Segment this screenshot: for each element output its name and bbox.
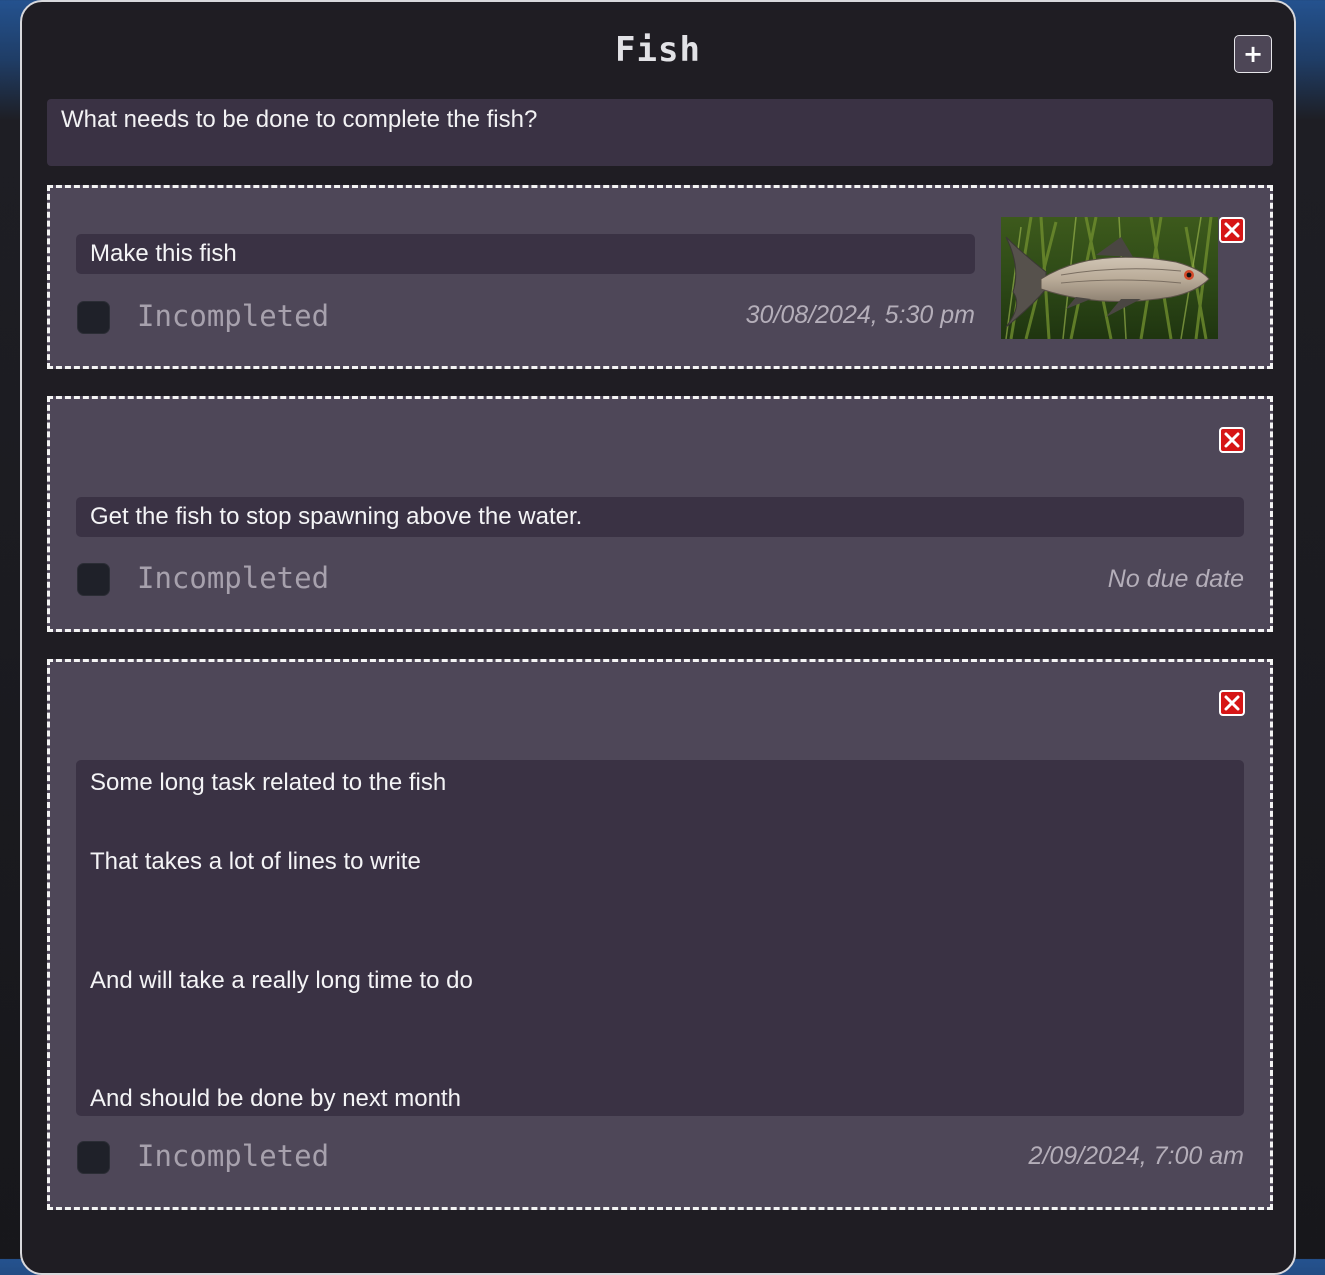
task-complete-checkbox[interactable] (77, 1141, 110, 1174)
task-card: Get the fish to stop spawning above the … (47, 396, 1273, 632)
task-status-label: Incompleted (137, 1139, 330, 1173)
task-complete-checkbox[interactable] (77, 563, 110, 596)
task-complete-checkbox[interactable] (77, 301, 110, 334)
task-due-date[interactable]: No due date (1108, 565, 1244, 594)
add-task-button[interactable]: + (1234, 35, 1272, 73)
task-card: Make this fish Incompleted 30/08/2024, 5… (47, 185, 1273, 369)
task-due-date[interactable]: 30/08/2024, 5:30 pm (746, 301, 975, 330)
close-icon (1224, 222, 1240, 238)
close-icon (1224, 432, 1240, 448)
task-card: Some long task related to the fish That … (47, 659, 1273, 1210)
task-status-label: Incompleted (137, 299, 330, 333)
delete-task-button[interactable] (1219, 427, 1245, 453)
delete-task-button[interactable] (1219, 690, 1245, 716)
task-due-date[interactable]: 2/09/2024, 7:00 am (1029, 1142, 1244, 1171)
delete-task-button[interactable] (1219, 217, 1245, 243)
fish-photo (1001, 217, 1218, 339)
task-text-field[interactable]: Get the fish to stop spawning above the … (76, 497, 1244, 537)
task-status-label: Incompleted (137, 561, 330, 595)
task-text-field[interactable]: Some long task related to the fish That … (76, 760, 1244, 1116)
list-description-field[interactable]: What needs to be done to complete the fi… (47, 99, 1273, 166)
task-list-panel: Fish + What needs to be done to complete… (20, 0, 1296, 1275)
close-icon (1224, 695, 1240, 711)
list-title: Fish (615, 30, 701, 70)
task-text-field[interactable]: Make this fish (76, 234, 975, 274)
